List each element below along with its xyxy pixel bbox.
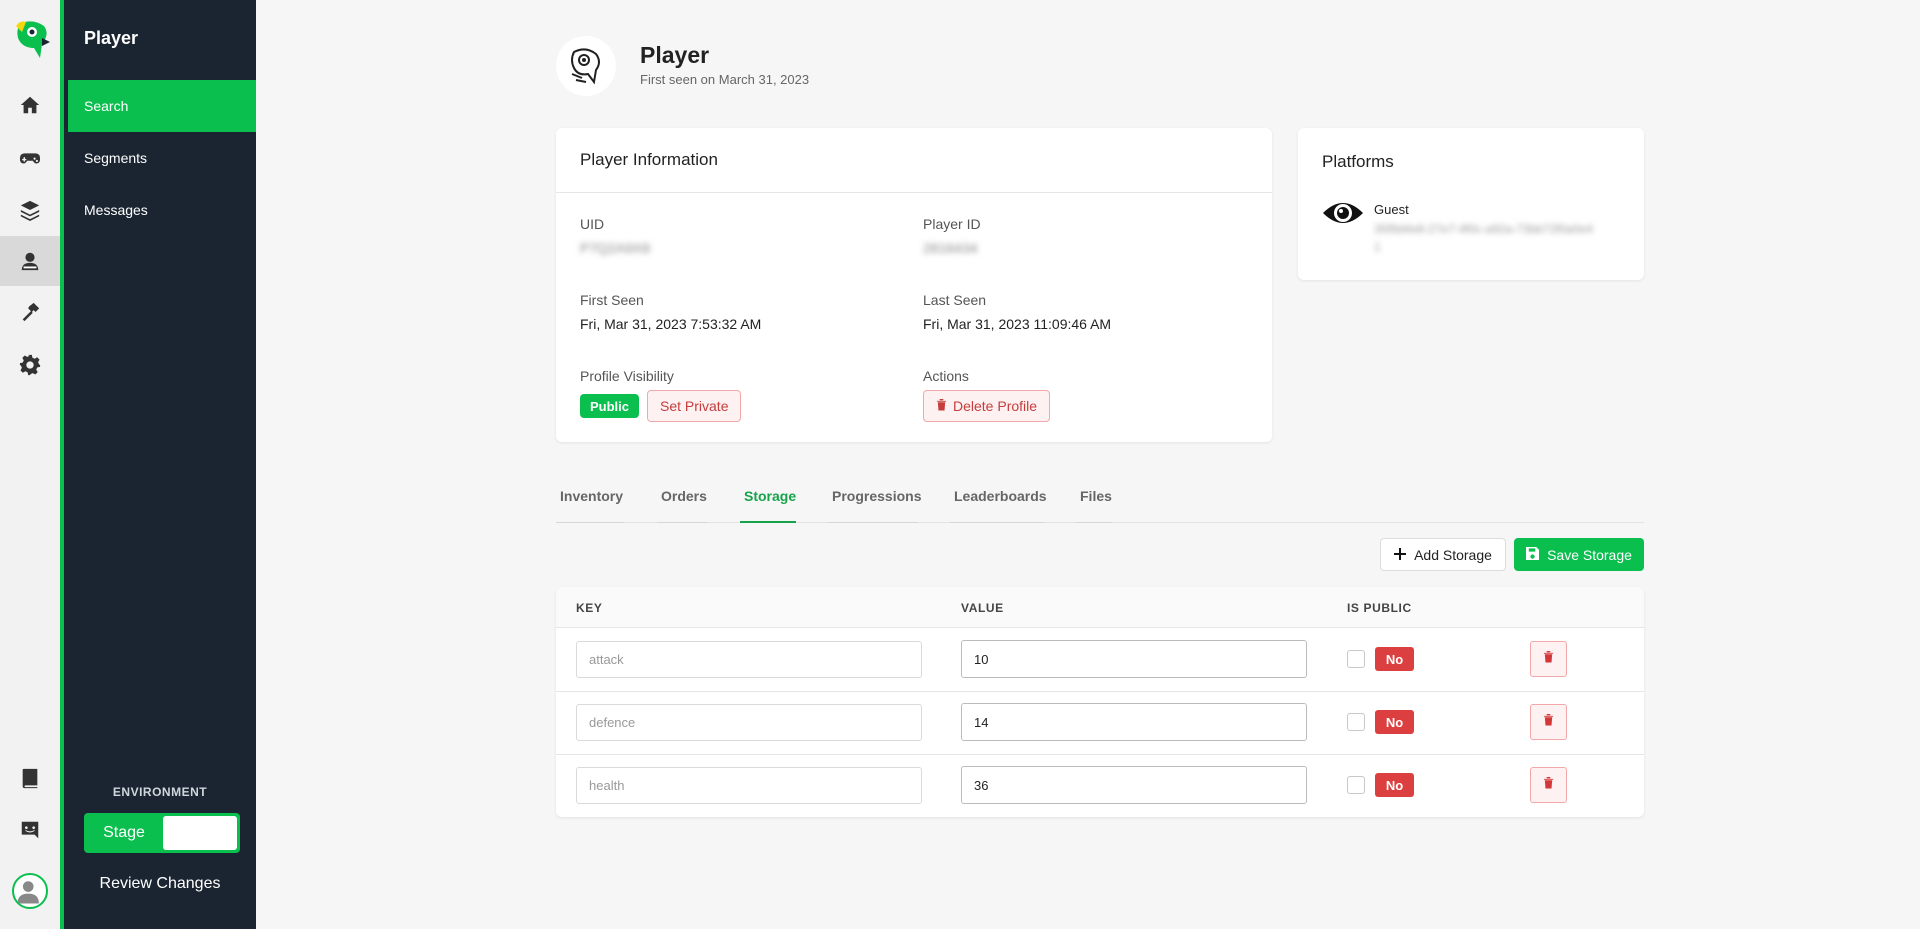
visibility-badge: Public <box>580 394 640 418</box>
tab-leaderboards[interactable]: Leaderboards <box>950 470 1047 523</box>
set-private-button[interactable]: Set Private <box>647 390 742 422</box>
home-icon[interactable] <box>0 80 60 130</box>
is-public-checkbox[interactable] <box>1347 776 1365 794</box>
delete-profile-label: Delete Profile <box>953 398 1038 414</box>
tab-storage-label: Storage <box>744 488 797 504</box>
page-subtitle: First seen on March 31, 2023 <box>640 72 810 87</box>
table-row: defence 14 No <box>556 691 1644 755</box>
eye-icon <box>1322 196 1364 230</box>
sidebar-item-segments[interactable]: Segments <box>68 132 256 184</box>
player-information-title: Player Information <box>556 128 1272 193</box>
player-information-card: Player Information UID P7Q2A9X8 Player I… <box>556 128 1272 442</box>
is-public-checkbox[interactable] <box>1347 650 1365 668</box>
first-seen-label: First Seen <box>580 292 644 308</box>
storage-table: KEY VALUE IS PUBLIC attack 10 No defence… <box>556 587 1644 817</box>
platform-id: 35f9d4e8-27e7-4f0c-a92a-73bb72f0a0e4 <box>1374 222 1593 236</box>
icon-rail <box>0 0 64 929</box>
environment-toggle[interactable]: Stage <box>84 813 240 853</box>
is-public-checkbox[interactable] <box>1347 713 1365 731</box>
value-input[interactable]: 10 <box>961 640 1307 678</box>
save-storage-label: Save Storage <box>1547 546 1632 563</box>
sidebar-item-messages[interactable]: Messages <box>68 184 256 236</box>
uid-label: UID <box>580 216 605 232</box>
tab-files-label: Files <box>1080 488 1112 504</box>
trash-icon <box>936 398 947 414</box>
review-changes-link[interactable]: Review Changes <box>64 875 256 893</box>
last-seen-value: Fri, Mar 31, 2023 11:09:46 AM <box>923 316 1112 332</box>
layers-icon[interactable] <box>0 185 60 235</box>
platforms-card: Platforms Guest 35f9d4e8-27e7-4f0c-a92a-… <box>1298 128 1644 280</box>
table-row: attack 10 No <box>556 628 1644 692</box>
sidebar-item-search[interactable]: Search <box>68 80 256 132</box>
player-id-label: Player ID <box>923 216 981 232</box>
delete-row-button[interactable] <box>1530 767 1567 803</box>
column-value: VALUE <box>961 601 1004 615</box>
tab-progressions-label: Progressions <box>832 488 922 504</box>
page-title: Player <box>640 42 710 68</box>
gear-icon[interactable] <box>0 340 60 390</box>
user-avatar[interactable] <box>12 873 48 909</box>
delete-row-button[interactable] <box>1530 641 1567 677</box>
parrot-logo-icon[interactable] <box>12 18 52 62</box>
tab-storage[interactable]: Storage <box>740 470 797 523</box>
player-id-value: 2816434 <box>923 240 978 256</box>
actions-label: Actions <box>923 368 969 384</box>
is-public-badge: No <box>1375 773 1414 797</box>
uid-value: P7Q2A9X8 <box>580 240 651 256</box>
sidebar: Player Search Segments Messages ENVIRONM… <box>64 0 256 929</box>
value-input[interactable]: 36 <box>961 766 1307 804</box>
player-tabs: Inventory Orders Storage Progressions Le… <box>556 470 1644 523</box>
is-public-badge: No <box>1375 647 1414 671</box>
last-seen-label: Last Seen <box>923 292 987 308</box>
book-icon[interactable] <box>0 753 60 803</box>
discord-icon[interactable] <box>0 805 60 855</box>
sidebar-title: Player <box>84 28 139 48</box>
trash-icon <box>1543 713 1554 731</box>
player-icon[interactable] <box>0 236 60 286</box>
save-storage-button[interactable]: Save Storage <box>1514 538 1644 571</box>
hammer-icon[interactable] <box>0 287 60 337</box>
platform-id-suffix: 1 <box>1374 240 1381 254</box>
add-storage-label: Add Storage <box>1414 546 1492 563</box>
first-seen-value: Fri, Mar 31, 2023 7:53:32 AM <box>580 316 762 332</box>
platforms-title: Platforms <box>1322 152 1394 171</box>
add-storage-button[interactable]: Add Storage <box>1380 538 1506 571</box>
column-is-public: IS PUBLIC <box>1347 601 1412 615</box>
tab-inventory[interactable]: Inventory <box>556 470 624 523</box>
environment-value: Stage <box>103 824 145 841</box>
environment-label: ENVIRONMENT <box>112 785 208 799</box>
tab-inventory-label: Inventory <box>560 488 624 504</box>
value-input[interactable]: 14 <box>961 703 1307 741</box>
tab-files[interactable]: Files <box>1076 470 1112 523</box>
tab-progressions[interactable]: Progressions <box>828 470 922 523</box>
platform-name: Guest <box>1374 202 1409 217</box>
tab-orders-label: Orders <box>661 488 707 504</box>
is-public-badge: No <box>1375 710 1414 734</box>
key-input[interactable]: attack <box>576 641 922 678</box>
player-avatar <box>556 36 616 96</box>
environment-toggle-knob[interactable] <box>163 816 237 850</box>
tab-orders[interactable]: Orders <box>657 470 707 523</box>
table-header: KEY VALUE IS PUBLIC <box>556 587 1644 628</box>
profile-visibility-label: Profile Visibility <box>580 368 674 384</box>
save-icon <box>1526 546 1540 563</box>
key-input[interactable]: defence <box>576 704 922 741</box>
trash-icon <box>1543 650 1554 668</box>
trash-icon <box>1543 776 1554 794</box>
table-row: health 36 No <box>556 754 1644 817</box>
key-input[interactable]: health <box>576 767 922 804</box>
set-private-label: Set Private <box>660 398 729 414</box>
tab-leaderboards-label: Leaderboards <box>954 488 1047 504</box>
gamepad-icon[interactable] <box>0 133 60 183</box>
delete-row-button[interactable] <box>1530 704 1567 740</box>
plus-icon <box>1394 547 1407 563</box>
column-key: KEY <box>576 601 603 615</box>
delete-profile-button[interactable]: Delete Profile <box>923 390 1051 422</box>
